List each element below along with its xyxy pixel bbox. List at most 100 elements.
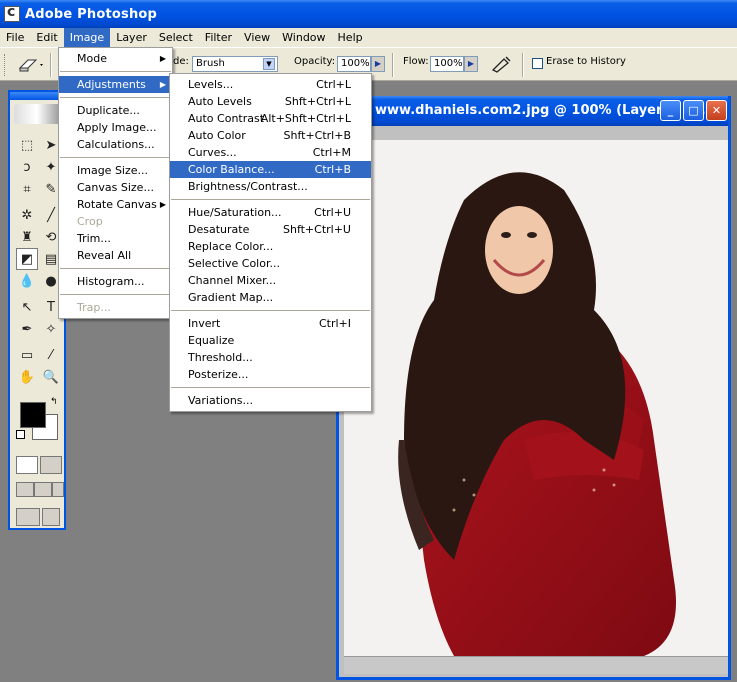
erase-to-history-checkbox[interactable]	[532, 58, 543, 69]
flow-input[interactable]: 100%	[430, 56, 464, 72]
flow-slider-button[interactable]: ▶	[464, 56, 478, 72]
menu-item-replace-color[interactable]: Replace Color...	[170, 238, 371, 255]
menu-item-duplicate[interactable]: Duplicate...	[59, 102, 172, 119]
pen-tool-icon[interactable]: ✒	[16, 318, 38, 340]
menu-view[interactable]: View	[238, 28, 276, 47]
menu-item-label: Threshold...	[188, 351, 253, 364]
path-selection-icon[interactable]: ↖	[16, 296, 38, 318]
menu-separator	[171, 199, 370, 200]
menu-item-equalize[interactable]: Equalize	[170, 332, 371, 349]
menu-window[interactable]: Window	[276, 28, 331, 47]
horizontal-scrollbar[interactable]	[344, 656, 728, 674]
menu-item-image-size[interactable]: Image Size...	[59, 162, 172, 179]
airbrush-icon[interactable]	[490, 55, 512, 76]
menu-item-invert[interactable]: Invert Ctrl+I	[170, 315, 371, 332]
menu-item-trap: Trap...	[59, 299, 172, 316]
menu-item-posterize[interactable]: Posterize...	[170, 366, 371, 383]
mode-select[interactable]: Brush ▼	[192, 56, 278, 72]
menu-item-brightness-contrast[interactable]: Brightness/Contrast...	[170, 178, 371, 195]
menu-item-shortcut: Shft+Ctrl+B	[283, 129, 352, 142]
menu-item-label: Rotate Canvas	[77, 198, 157, 211]
menu-help[interactable]: Help	[332, 28, 369, 47]
lasso-tool-icon[interactable]: ↄ	[16, 156, 38, 178]
adjustments-submenu: Levels... Ctrl+L Auto Levels Shft+Ctrl+L Aut…	[169, 73, 372, 412]
menu-select[interactable]: Select	[153, 28, 199, 47]
menu-item-label: Invert	[188, 317, 221, 330]
menu-item-canvas-size[interactable]: Canvas Size...	[59, 179, 172, 196]
menu-item-adjustments[interactable]: Adjustments ▶	[59, 76, 172, 93]
eyedropper-icon[interactable]: ⁄	[40, 344, 62, 366]
menu-item-label: Curves...	[188, 146, 237, 159]
menu-layer[interactable]: Layer	[110, 28, 153, 47]
zoom-tool-icon[interactable]: 🔍	[40, 366, 62, 388]
menu-item-apply-image[interactable]: Apply Image...	[59, 119, 172, 136]
menu-filter[interactable]: Filter	[199, 28, 238, 47]
menu-item-histogram[interactable]: Histogram...	[59, 273, 172, 290]
imageready-jump-icon[interactable]	[16, 508, 40, 526]
menu-item-hue-saturation[interactable]: Hue/Saturation... Ctrl+U	[170, 204, 371, 221]
menu-item-channel-mixer[interactable]: Channel Mixer...	[170, 272, 371, 289]
menu-item-label: Selective Color...	[188, 257, 280, 270]
menu-item-gradient-map[interactable]: Gradient Map...	[170, 289, 371, 306]
tool-preset-picker[interactable]	[16, 56, 44, 74]
menu-image[interactable]: Image	[63, 28, 111, 47]
menu-separator	[60, 97, 171, 98]
standard-mode-button[interactable]	[16, 456, 38, 474]
healing-brush-icon[interactable]: ✲	[16, 204, 38, 226]
swap-colors-icon[interactable]: ↰	[50, 397, 58, 407]
menu-item-threshold[interactable]: Threshold...	[170, 349, 371, 366]
blur-tool-icon[interactable]: 💧	[16, 270, 38, 292]
options-grip[interactable]	[4, 54, 6, 76]
menu-item-label: Trim...	[77, 232, 111, 245]
menu-item-reveal-all[interactable]: Reveal All	[59, 247, 172, 264]
marquee-tool-icon[interactable]: ⬚	[16, 134, 38, 156]
photoshop-logo-icon	[4, 4, 20, 22]
menu-item-shortcut: Ctrl+U	[314, 206, 351, 219]
foreground-color-swatch[interactable]	[20, 402, 46, 428]
menu-separator	[171, 310, 370, 311]
menu-item-selective-color[interactable]: Selective Color...	[170, 255, 371, 272]
eraser-tool-icon[interactable]: ◩	[16, 248, 38, 270]
menu-file[interactable]: File	[0, 28, 30, 47]
menu-item-label: Image Size...	[77, 164, 149, 177]
menu-item-rotate-canvas[interactable]: Rotate Canvas ▶	[59, 196, 172, 213]
menu-edit[interactable]: Edit	[30, 28, 63, 47]
opacity-input[interactable]: 100%	[337, 56, 371, 72]
opacity-slider-button[interactable]: ▶	[371, 56, 385, 72]
screen-mode-standard-button[interactable]	[16, 482, 34, 497]
notes-tool-icon[interactable]: ▭	[16, 344, 38, 366]
menu-item-variations[interactable]: Variations...	[170, 392, 371, 409]
menu-item-color-balance[interactable]: Color Balance... Ctrl+B	[170, 161, 371, 178]
menu-item-auto-contrast[interactable]: Auto Contrast Alt+Shft+Ctrl+L	[170, 110, 371, 127]
screen-mode-full-button[interactable]	[52, 482, 64, 497]
minimize-button[interactable]: _	[660, 100, 681, 121]
menu-item-label: Color Balance...	[188, 163, 275, 176]
crop-tool-icon[interactable]: ⌗	[16, 178, 38, 200]
menu-item-auto-levels[interactable]: Auto Levels Shft+Ctrl+L	[170, 93, 371, 110]
toolbox-logo[interactable]	[14, 104, 60, 124]
mode-value: Brush	[196, 58, 225, 69]
document-title-bar[interactable]: www.dhaniels.com2.jpg @ 100% (Layer 1, R…	[339, 96, 728, 126]
clone-stamp-icon[interactable]: ♜	[16, 226, 38, 248]
imageready-icon[interactable]	[42, 508, 60, 526]
quick-mask-button[interactable]	[40, 456, 62, 474]
menu-item-curves[interactable]: Curves... Ctrl+M	[170, 144, 371, 161]
menu-item-auto-color[interactable]: Auto Color Shft+Ctrl+B	[170, 127, 371, 144]
default-colors-icon[interactable]	[16, 430, 25, 439]
menu-item-levels[interactable]: Levels... Ctrl+L	[170, 76, 371, 93]
hand-tool-icon[interactable]: ✋	[16, 366, 38, 388]
maximize-button[interactable]: □	[683, 100, 704, 121]
menu-item-trim[interactable]: Trim...	[59, 230, 172, 247]
menu-item-calculations[interactable]: Calculations...	[59, 136, 172, 153]
menu-item-label: Histogram...	[77, 275, 145, 288]
menu-item-desaturate[interactable]: Desaturate Shft+Ctrl+U	[170, 221, 371, 238]
chevron-down-icon[interactable]: ▼	[263, 58, 275, 70]
menu-item-shortcut: Shft+Ctrl+L	[284, 95, 351, 108]
menu-item-mode[interactable]: Mode ▶	[59, 50, 172, 67]
shape-tool-icon[interactable]: ✧	[40, 318, 62, 340]
screen-mode-menubar-button[interactable]	[34, 482, 52, 497]
toolbox-title-bar[interactable]	[10, 92, 64, 100]
submenu-arrow-icon: ▶	[159, 200, 166, 209]
image-canvas[interactable]	[344, 140, 728, 656]
close-button[interactable]: ✕	[706, 100, 727, 121]
